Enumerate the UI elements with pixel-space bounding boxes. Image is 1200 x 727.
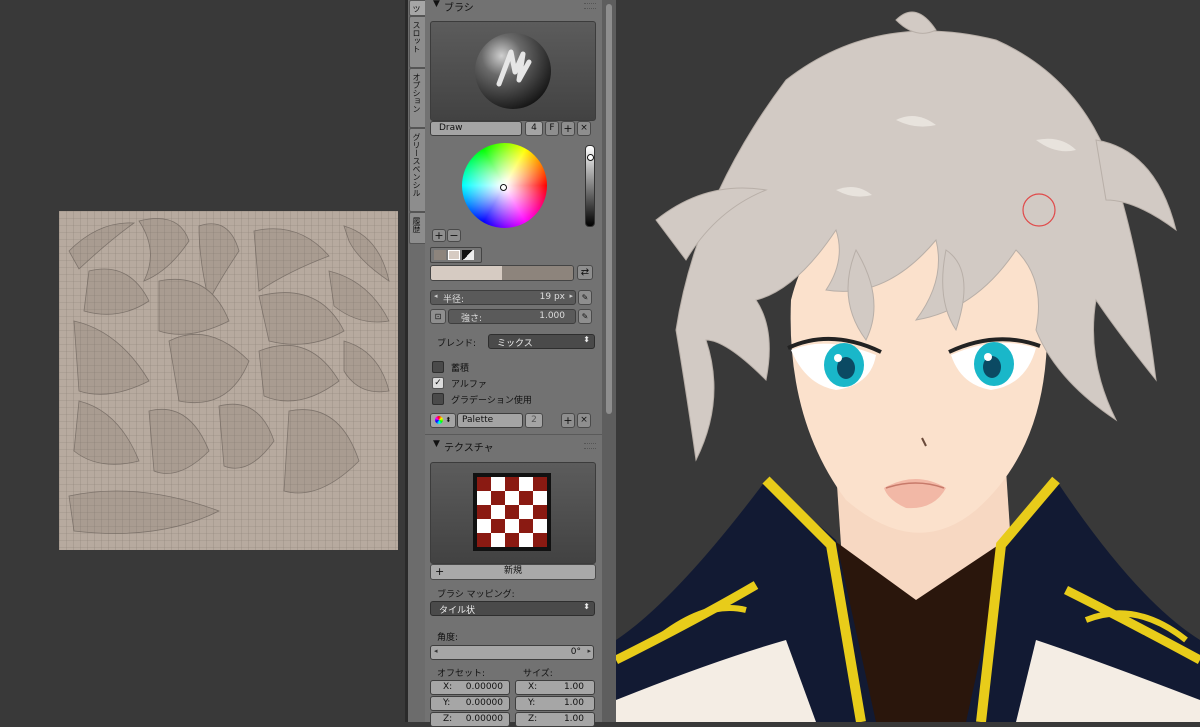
checker-texture-icon: [473, 473, 551, 551]
remove-palette-button[interactable]: ×: [577, 413, 591, 428]
offset-z-field[interactable]: Z: 0.00000: [430, 712, 510, 727]
collapse-triangle-icon: ▼: [433, 439, 440, 449]
texture-panel-header[interactable]: ▼ テクスチャ: [425, 437, 602, 454]
size-label: サイズ:: [523, 669, 553, 679]
color-cursor-icon[interactable]: [500, 184, 507, 191]
offset-y-field[interactable]: Y: 0.00000: [430, 696, 510, 711]
brush-name-field[interactable]: Draw: [430, 121, 522, 136]
swatch-active[interactable]: [448, 250, 460, 260]
offset-x-field[interactable]: X: 0.00000: [430, 680, 510, 695]
tab-tools[interactable]: ツ: [409, 0, 425, 16]
accumulate-checkbox[interactable]: [432, 361, 444, 373]
tab-options[interactable]: オプション: [409, 68, 425, 128]
tool-shelf-scrollbar[interactable]: [602, 0, 616, 722]
plus-icon: +: [435, 565, 445, 578]
size-z-field[interactable]: Z: 1.00: [515, 712, 595, 727]
pressure-strength-icon[interactable]: ✎: [578, 309, 592, 324]
uv-texture-image: [59, 211, 398, 550]
increment-arrow-icon: ▸: [569, 292, 573, 300]
tool-shelf-panel: ▼ ブラシ Draw 4 F + × + − ⇄ ◂ 半径: 19 px ▸ ✎…: [425, 0, 602, 727]
use-gradient-checkbox[interactable]: [432, 393, 444, 405]
fake-user-button[interactable]: F: [545, 121, 559, 136]
tab-slots[interactable]: スロット: [409, 16, 425, 68]
size-y-field[interactable]: Y: 1.00: [515, 696, 595, 711]
color-wheel[interactable]: [462, 143, 547, 228]
add-brush-button[interactable]: +: [561, 121, 575, 136]
offset-label: オフセット:: [437, 669, 486, 679]
blend-mode-dropdown[interactable]: ミックス ⬍: [488, 334, 595, 349]
brush-user-count: 4: [525, 121, 543, 136]
strength-slider[interactable]: 強さ: 1.000: [448, 309, 576, 324]
palette-name-field[interactable]: Palette: [457, 413, 523, 428]
brush-sphere-icon: [475, 33, 551, 109]
decrement-arrow-icon: ◂: [434, 292, 438, 300]
increment-arrow-icon: ▸: [587, 647, 591, 655]
3d-viewport[interactable]: [616, 0, 1200, 722]
angle-label: 角度:: [437, 633, 459, 643]
chevron-updown-icon: ⬍: [583, 602, 590, 611]
tab-history[interactable]: 履歴: [409, 212, 425, 244]
uv-image-editor[interactable]: [0, 0, 405, 722]
secondary-color[interactable]: [502, 266, 573, 280]
collapse-triangle-icon: ▼: [433, 0, 440, 9]
add-color-button[interactable]: +: [432, 229, 446, 242]
swatch[interactable]: [434, 250, 446, 260]
new-texture-button[interactable]: + 新規: [430, 564, 596, 580]
value-slider[interactable]: [585, 145, 595, 227]
drag-grip-icon[interactable]: [584, 443, 596, 449]
alpha-checkbox[interactable]: ✓: [432, 377, 444, 389]
palette-swatches: [430, 247, 482, 263]
size-x-field[interactable]: X: 1.00: [515, 680, 595, 695]
value-slider-handle-icon[interactable]: [587, 154, 594, 161]
chevron-updown-icon: ⬍: [583, 335, 590, 344]
brush-color-bar[interactable]: [430, 265, 574, 281]
brush-mapping-label: ブラシ マッピング:: [437, 590, 515, 600]
palette-user-count: 2: [525, 413, 543, 428]
tab-grease-pencil[interactable]: グリースペンシル: [409, 128, 425, 212]
drag-grip-icon[interactable]: [584, 3, 596, 9]
pressure-radius-icon[interactable]: ✎: [578, 290, 592, 305]
swap-colors-icon[interactable]: ⇄: [577, 265, 593, 280]
decrement-arrow-icon: ◂: [434, 647, 438, 655]
blend-label: ブレンド:: [437, 339, 477, 349]
angle-slider[interactable]: ◂ 0° ▸: [430, 645, 594, 660]
add-palette-button[interactable]: +: [561, 413, 575, 428]
radius-slider[interactable]: ◂ 半径: 19 px ▸: [430, 290, 576, 305]
primary-color[interactable]: [431, 266, 502, 280]
palette-browse-button[interactable]: ⬍: [430, 413, 456, 428]
unified-strength-icon[interactable]: ⊡: [430, 309, 446, 324]
brush-panel-header[interactable]: ▼ ブラシ: [425, 0, 602, 14]
character-model: [616, 11, 1200, 722]
tool-shelf-tabs: ツ スロット オプション グリースペンシル 履歴: [408, 0, 426, 722]
scrollbar-thumb[interactable]: [606, 4, 612, 414]
palette-icon: [434, 415, 443, 424]
remove-brush-button[interactable]: ×: [577, 121, 591, 136]
brush-mapping-dropdown[interactable]: タイル状 ⬍: [430, 601, 595, 616]
brush-preview[interactable]: [430, 21, 596, 121]
swatch[interactable]: [462, 250, 474, 260]
texture-preview[interactable]: [430, 462, 596, 564]
remove-color-button[interactable]: −: [447, 229, 461, 242]
